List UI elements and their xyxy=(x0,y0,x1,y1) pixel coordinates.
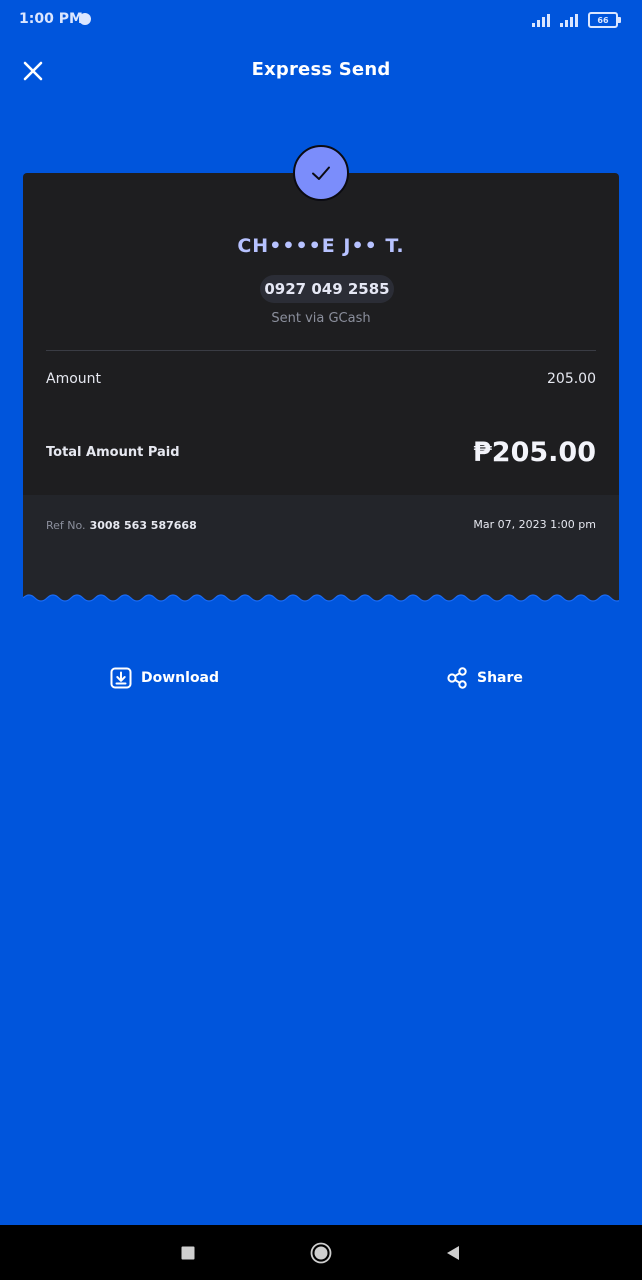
recent-apps-icon xyxy=(181,1246,195,1260)
home-icon xyxy=(310,1242,332,1264)
back-icon xyxy=(447,1246,459,1260)
check-icon xyxy=(312,166,330,180)
amount-value: 205.00 xyxy=(547,371,596,387)
sent-via-label: Sent via GCash xyxy=(271,311,371,326)
app-notification-icon xyxy=(79,13,91,25)
share-button[interactable]: Share xyxy=(446,664,523,692)
signal-icon xyxy=(560,13,582,27)
ref-label: Ref No. xyxy=(46,519,86,532)
status-bar: 1:00 PM 66 xyxy=(0,0,642,40)
recent-apps-button[interactable] xyxy=(177,1242,199,1264)
status-time: 1:00 PM xyxy=(19,11,83,27)
share-label: Share xyxy=(477,670,523,686)
home-button[interactable] xyxy=(310,1242,332,1264)
system-nav-bar xyxy=(0,1225,642,1280)
success-badge xyxy=(293,145,349,201)
receipt-wave-edge xyxy=(23,594,619,608)
reference-row: Ref No. 3008 563 587668 xyxy=(46,519,197,532)
receipt-footer xyxy=(23,495,619,603)
battery-icon: 66 xyxy=(588,12,621,28)
total-amount-value: ₱205.00 xyxy=(473,437,596,468)
phone-number: 0927 049 2585 xyxy=(260,275,394,303)
receipt-actions: Download Share xyxy=(0,664,642,692)
signal-icon xyxy=(532,13,554,27)
receipt-main: CH••••E J•• T. 0927 049 2585 Sent via GC… xyxy=(23,173,619,495)
ref-number: 3008 563 587668 xyxy=(89,519,197,532)
receipt-card: CH••••E J•• T. 0927 049 2585 Sent via GC… xyxy=(23,173,619,608)
amount-label: Amount xyxy=(46,371,102,387)
recipient-name: CH••••E J•• T. xyxy=(237,235,405,257)
page-title: Express Send xyxy=(251,59,391,80)
download-icon xyxy=(110,667,132,689)
status-icons: 66 xyxy=(532,11,621,29)
divider xyxy=(46,350,596,351)
battery-level: 66 xyxy=(597,15,609,25)
share-icon xyxy=(447,667,467,689)
total-amount-label: Total Amount Paid xyxy=(46,445,180,460)
header: Express Send xyxy=(0,45,642,97)
back-button[interactable] xyxy=(442,1242,464,1264)
transaction-date: Mar 07, 2023 1:00 pm xyxy=(473,518,596,531)
download-button[interactable]: Download xyxy=(110,664,219,692)
download-label: Download xyxy=(141,670,220,686)
